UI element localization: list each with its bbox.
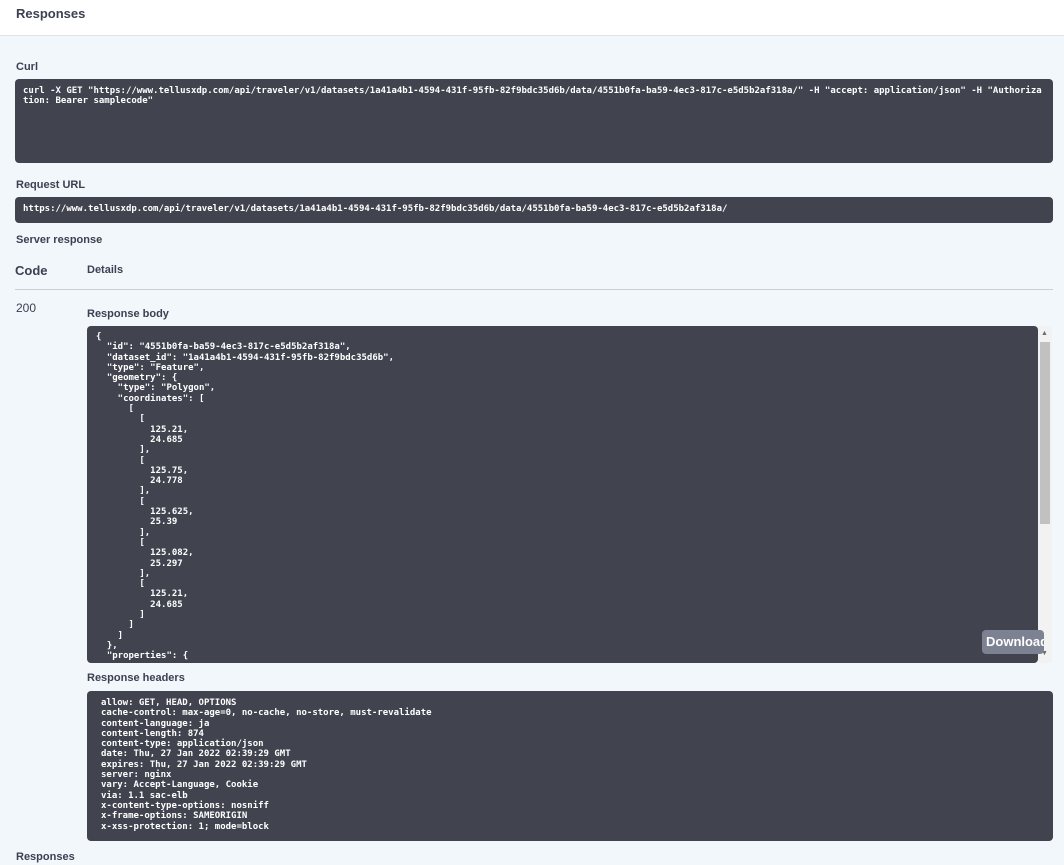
scroll-up-arrow-icon[interactable]: ▲ bbox=[1041, 330, 1048, 337]
code-column-header: Code bbox=[15, 263, 48, 278]
response-body-scrollbar[interactable]: ▲ ▼ bbox=[1038, 326, 1052, 663]
footer-responses-label: Responses bbox=[16, 851, 75, 863]
download-button[interactable]: Download bbox=[982, 630, 1044, 654]
responses-header: Responses bbox=[0, 0, 1064, 36]
request-url[interactable]: https://www.tellusxdp.com/api/traveler/v… bbox=[15, 197, 1053, 223]
details-column-header: Details bbox=[87, 264, 124, 276]
response-headers[interactable]: allow: GET, HEAD, OPTIONS cache-control:… bbox=[87, 691, 1053, 841]
curl-label: Curl bbox=[16, 61, 38, 73]
server-response-label: Server response bbox=[16, 234, 103, 246]
response-code: 200 bbox=[16, 301, 37, 315]
scrollbar-thumb[interactable] bbox=[1040, 342, 1050, 524]
response-body-label: Response body bbox=[87, 308, 169, 320]
curl-command[interactable]: curl -X GET "https://www.tellusxdp.com/a… bbox=[15, 79, 1053, 163]
response-body[interactable]: { "id": "4551b0fa-ba59-4ec3-817c-e5d5b2a… bbox=[87, 326, 1038, 663]
request-url-label: Request URL bbox=[16, 179, 86, 191]
response-table-header: Code Details bbox=[15, 260, 1053, 290]
responses-title: Responses bbox=[16, 6, 86, 21]
response-headers-label: Response headers bbox=[87, 672, 185, 684]
